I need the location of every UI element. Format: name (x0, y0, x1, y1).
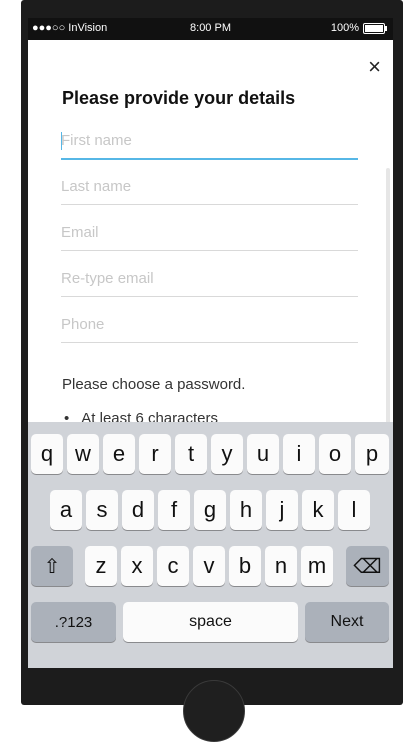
last-name-input[interactable] (61, 170, 358, 195)
battery-percent: 100% (330, 22, 359, 34)
key-d[interactable]: d (122, 490, 154, 530)
last-name-field[interactable] (61, 170, 358, 205)
key-h[interactable]: h (230, 490, 262, 530)
email-input[interactable] (61, 216, 358, 241)
key-l[interactable]: l (338, 490, 370, 530)
close-button[interactable]: × (368, 56, 381, 78)
battery-icon (363, 22, 387, 34)
space-key[interactable]: space (123, 602, 298, 642)
key-u[interactable]: u (247, 434, 279, 474)
key-b[interactable]: b (229, 546, 261, 586)
key-a[interactable]: a (50, 490, 82, 530)
key-s[interactable]: s (86, 490, 118, 530)
key-x[interactable]: x (121, 546, 153, 586)
page-title: Please provide your details (62, 88, 296, 108)
password-prompt: Please choose a password. (62, 376, 246, 393)
phone-input[interactable] (61, 308, 358, 333)
battery-status: 100% (330, 22, 387, 34)
key-k[interactable]: k (302, 490, 334, 530)
screen: ●●●○○ InVision 8:00 PM 100% × Please pro… (28, 18, 393, 668)
retype-email-field[interactable] (61, 262, 358, 297)
first-name-input[interactable] (61, 124, 358, 149)
key-t[interactable]: t (175, 434, 207, 474)
keyboard: q w e r t y u i o p a s d f g h j k l ⇧ … (28, 422, 393, 668)
key-f[interactable]: f (158, 490, 190, 530)
delete-key[interactable]: ⌫ (346, 546, 389, 586)
shift-key[interactable]: ⇧ (31, 546, 73, 586)
key-y[interactable]: y (211, 434, 243, 474)
key-v[interactable]: v (193, 546, 225, 586)
key-n[interactable]: n (265, 546, 297, 586)
email-field[interactable] (61, 216, 358, 251)
retype-email-input[interactable] (61, 262, 358, 287)
key-r[interactable]: r (139, 434, 171, 474)
key-j[interactable]: j (266, 490, 298, 530)
next-key[interactable]: Next (305, 602, 389, 642)
status-bar: ●●●○○ InVision 8:00 PM 100% (28, 18, 393, 40)
key-g[interactable]: g (194, 490, 226, 530)
text-cursor (61, 132, 62, 150)
home-button[interactable] (183, 680, 245, 742)
key-p[interactable]: p (355, 434, 389, 474)
key-i[interactable]: i (283, 434, 315, 474)
key-q[interactable]: q (31, 434, 63, 474)
key-z[interactable]: z (85, 546, 117, 586)
key-e[interactable]: e (103, 434, 135, 474)
first-name-field[interactable] (61, 124, 358, 160)
key-w[interactable]: w (67, 434, 99, 474)
phone-field[interactable] (61, 308, 358, 343)
key-c[interactable]: c (157, 546, 189, 586)
numbers-key[interactable]: .?123 (31, 602, 116, 642)
key-m[interactable]: m (301, 546, 333, 586)
key-o[interactable]: o (319, 434, 351, 474)
